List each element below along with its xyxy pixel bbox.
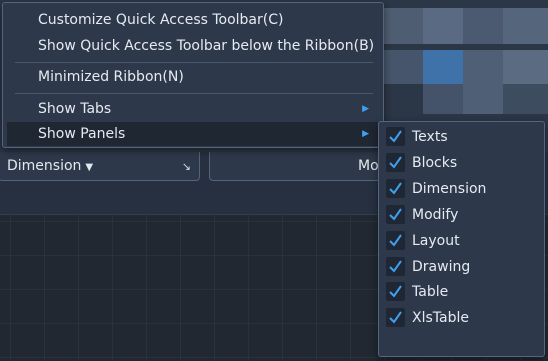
checkbox[interactable] bbox=[386, 153, 405, 172]
ribbon-context-menu: Customize Quick Access Toolbar(C) Show Q… bbox=[2, 2, 384, 148]
menu-separator bbox=[15, 93, 373, 94]
blurred-ribbon-icon bbox=[503, 50, 548, 84]
menu-item-label: Minimized Ribbon(N) bbox=[38, 69, 184, 85]
menu-item-label: Show Tabs bbox=[38, 101, 112, 117]
submenu-item-label: Blocks bbox=[412, 155, 458, 171]
blurred-ribbon-icon bbox=[463, 84, 503, 114]
dropdown-arrow-icon[interactable]: ▼ bbox=[85, 162, 93, 173]
submenu-item-xlstable[interactable]: XlsTable bbox=[385, 306, 540, 332]
submenu-item-modify[interactable]: Modify bbox=[385, 203, 540, 229]
menu-item-label: Show Panels bbox=[38, 126, 126, 142]
submenu-item-layout[interactable]: Layout bbox=[385, 229, 540, 255]
blurred-ribbon-icon bbox=[383, 8, 423, 44]
check-icon bbox=[389, 130, 402, 143]
menu-separator bbox=[15, 62, 373, 63]
checkbox[interactable] bbox=[386, 282, 405, 301]
menu-item-label: Show Quick Access Toolbar below the Ribb… bbox=[38, 38, 375, 54]
menu-item-show-tabs[interactable]: Show Tabs ▶ bbox=[7, 97, 379, 121]
dialog-launcher-icon[interactable]: ↘ bbox=[182, 152, 191, 181]
submenu-item-label: XlsTable bbox=[412, 310, 469, 326]
show-panels-submenu: Texts Blocks Dimension Modify Layout Dra… bbox=[378, 121, 545, 357]
check-icon bbox=[389, 208, 402, 221]
blurred-ribbon-icon bbox=[383, 50, 423, 84]
submenu-item-label: Table bbox=[412, 284, 449, 300]
checkbox[interactable] bbox=[386, 231, 405, 250]
dimension-panel-label: Dimension bbox=[7, 158, 82, 174]
submenu-item-texts[interactable]: Texts bbox=[385, 125, 540, 151]
menu-item-show-panels[interactable]: Show Panels ▶ bbox=[7, 122, 379, 146]
check-icon bbox=[389, 260, 402, 273]
submenu-item-label: Drawing bbox=[412, 259, 471, 275]
blurred-ribbon-icon bbox=[423, 84, 463, 114]
submenu-item-label: Layout bbox=[412, 233, 460, 249]
menu-item-minimized-ribbon[interactable]: Minimized Ribbon(N) bbox=[7, 65, 379, 89]
blurred-ribbon-icon bbox=[463, 8, 503, 44]
blurred-ribbon-icon bbox=[463, 50, 503, 84]
menu-item-show-qat-below-ribbon[interactable]: Show Quick Access Toolbar below the Ribb… bbox=[7, 34, 379, 58]
blurred-ribbon-icon bbox=[423, 8, 463, 44]
check-icon bbox=[389, 182, 402, 195]
dimension-panel-caption[interactable]: Dimension ▼ ↘ bbox=[0, 152, 200, 181]
submenu-item-table[interactable]: Table bbox=[385, 280, 540, 306]
submenu-item-label: Dimension bbox=[412, 181, 487, 197]
check-icon bbox=[389, 156, 402, 169]
blurred-ribbon-icon bbox=[503, 8, 548, 44]
submenu-item-drawing[interactable]: Drawing bbox=[385, 255, 540, 281]
check-icon bbox=[389, 285, 402, 298]
blurred-ribbon-icon bbox=[503, 84, 548, 114]
submenu-arrow-icon: ▶ bbox=[362, 129, 369, 139]
check-icon bbox=[389, 311, 402, 324]
submenu-item-label: Modify bbox=[412, 207, 459, 223]
menu-item-label: Customize Quick Access Toolbar(C) bbox=[38, 12, 284, 28]
submenu-item-label: Texts bbox=[412, 129, 448, 145]
modify-panel-label: Mo bbox=[358, 158, 379, 174]
checkbox[interactable] bbox=[386, 205, 405, 224]
modify-panel-caption[interactable]: Mo bbox=[209, 152, 399, 181]
checkbox[interactable] bbox=[386, 179, 405, 198]
submenu-item-dimension[interactable]: Dimension bbox=[385, 177, 540, 203]
check-icon bbox=[389, 234, 402, 247]
checkbox[interactable] bbox=[386, 257, 405, 276]
submenu-item-blocks[interactable]: Blocks bbox=[385, 151, 540, 177]
checkbox[interactable] bbox=[386, 127, 405, 146]
submenu-arrow-icon: ▶ bbox=[362, 104, 369, 114]
menu-item-customize-quick-access-toolbar[interactable]: Customize Quick Access Toolbar(C) bbox=[7, 8, 379, 32]
checkbox[interactable] bbox=[386, 308, 405, 327]
blurred-ribbon-icon bbox=[423, 50, 463, 84]
app-window: Dimension ▼ ↘ Mo Customize Quick Access T… bbox=[0, 0, 548, 361]
